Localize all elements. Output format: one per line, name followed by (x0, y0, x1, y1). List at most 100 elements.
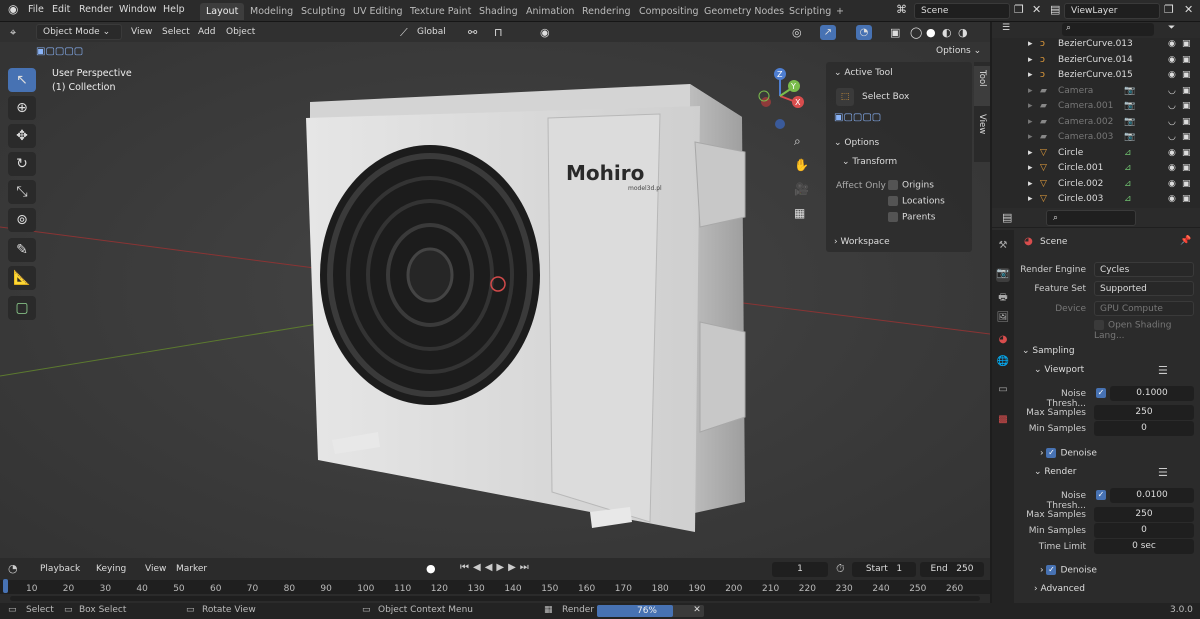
menu-file[interactable]: File (28, 4, 44, 15)
expand-icon[interactable]: ▸ (1028, 148, 1033, 158)
tab-uv-editing[interactable]: UV Editing (347, 3, 409, 20)
cursor-tool[interactable]: ⊕ (8, 96, 36, 120)
expand-icon[interactable]: ▸ (1028, 101, 1033, 111)
expand-icon[interactable]: ▸ (1028, 39, 1033, 49)
timeline-menu-keying[interactable]: Keying (96, 564, 126, 574)
mode-selector[interactable]: Object Mode ⌄ (36, 24, 122, 40)
tab-compositing[interactable]: Compositing (633, 3, 705, 20)
timeline-menu-playback[interactable]: Playback (40, 564, 80, 574)
v-noise-field[interactable]: 0.1000 (1110, 386, 1194, 401)
scene-tab-icon[interactable]: ◕ (996, 334, 1010, 348)
render-tab-icon[interactable]: 📷 (996, 268, 1010, 282)
v-min-field[interactable]: 0 (1094, 421, 1194, 436)
xray-icon[interactable]: ▣ (890, 25, 900, 40)
blender-logo-icon[interactable]: ◉ (8, 2, 18, 16)
overlay-toggle-icon[interactable]: ◔ (856, 25, 872, 40)
measure-tool[interactable]: 📐 (8, 266, 36, 290)
advanced-header[interactable]: › Advanced (1034, 584, 1085, 594)
outliner-row[interactable]: ▸ ▽ Circle.003 ⊿ ◉ ▣ (992, 193, 1200, 209)
cancel-render-button[interactable]: ✕ (690, 605, 704, 617)
camera-view-icon[interactable]: 🎥 (794, 182, 809, 196)
orientation-icon[interactable]: ⟋ (400, 25, 408, 40)
close-scene-icon[interactable]: ✕ (1032, 3, 1041, 16)
expand-icon[interactable]: ▸ (1028, 194, 1033, 204)
pin-icon[interactable]: 📌 (1180, 236, 1191, 246)
eye-icon[interactable]: ◉ (1168, 163, 1176, 173)
menu-render[interactable]: Render (79, 4, 113, 15)
render-camera-icon[interactable]: ▣ (1182, 39, 1191, 49)
origins-checkbox[interactable]: Origins (888, 180, 934, 191)
r-noise-field[interactable]: 0.0100 (1110, 488, 1194, 503)
render-camera-icon[interactable]: ▣ (1182, 55, 1191, 65)
outliner-row[interactable]: ▸ ▽ Circle.001 ⊿ ◉ ▣ (992, 162, 1200, 178)
scene-selector[interactable]: Scene (914, 3, 1010, 19)
outliner-row[interactable]: ▸ ▰ Camera.001 📷 ◡ ▣ (992, 100, 1200, 116)
move-tool[interactable]: ✥ (8, 124, 36, 148)
properties-editor-icon[interactable]: ▤ (1002, 211, 1012, 224)
output-tab-icon[interactable]: 🖶 (996, 290, 1010, 304)
gizmo-toggle-icon[interactable]: ↗ (820, 25, 836, 40)
viewport-menu-add[interactable]: Add (198, 25, 215, 40)
tab-tool[interactable]: Tool (974, 66, 990, 106)
pivot-icon[interactable]: ⚯ (468, 25, 477, 40)
selection-mode-icons[interactable]: ▣▢▢▢▢ (834, 112, 881, 123)
v-max-field[interactable]: 250 (1094, 405, 1194, 420)
copy-scene-icon[interactable]: ❐ (1014, 3, 1024, 16)
tab-shading[interactable]: Shading (473, 3, 524, 20)
tab-layout[interactable]: Layout (200, 3, 245, 20)
navigation-gizmo[interactable]: Z Y X (750, 66, 814, 130)
collection-tab-icon[interactable]: ▭ (996, 384, 1010, 398)
render-camera-icon[interactable]: ▣ (1182, 132, 1191, 142)
3d-viewport[interactable]: Mohiro model3d.pl ⌖ Object Mode ⌄ View S… (0, 22, 990, 558)
eye-icon[interactable]: ◡ (1168, 132, 1176, 142)
transform-header[interactable]: ⌄ Transform (842, 157, 897, 167)
scale-tool[interactable]: ⤡ (8, 180, 36, 204)
playhead[interactable] (3, 579, 8, 593)
current-frame-field[interactable]: 1 (772, 562, 828, 577)
shading-material-icon[interactable]: ◐ (942, 25, 952, 40)
shading-rendered-icon[interactable]: ◑ (958, 25, 968, 40)
device-select[interactable]: GPU Compute (1094, 301, 1194, 316)
render-subsection-header[interactable]: ⌄ Render (1034, 467, 1076, 477)
expand-icon[interactable]: ▸ (1028, 70, 1033, 80)
viewport-menu-object[interactable]: Object (226, 25, 255, 40)
eye-icon[interactable]: ◡ (1168, 86, 1176, 96)
menu-edit[interactable]: Edit (52, 4, 70, 15)
render-camera-icon[interactable]: ▣ (1182, 148, 1191, 158)
timeline-menu-marker[interactable]: Marker (176, 564, 207, 574)
render-camera-icon[interactable]: ▣ (1182, 70, 1191, 80)
world-tab-icon[interactable]: 🌐 (996, 356, 1010, 370)
transform-tool[interactable]: ⊚ (8, 208, 36, 232)
start-frame-field[interactable]: Start 1 (852, 562, 916, 577)
outliner-row[interactable]: ▸ ▰ Camera.002 📷 ◡ ▣ (992, 116, 1200, 132)
timeline-menu-view[interactable]: View (145, 564, 166, 574)
expand-icon[interactable]: ▸ (1028, 179, 1033, 189)
render-camera-icon[interactable]: ▣ (1182, 179, 1191, 189)
eye-icon[interactable]: ◡ (1168, 101, 1176, 111)
render-camera-icon[interactable]: ▣ (1182, 163, 1191, 173)
tab-geometry-nodes[interactable]: Geometry Nodes (698, 3, 790, 20)
outliner-row[interactable]: ▸ ▽ Circle ⊿ ◉ ▣ (992, 147, 1200, 163)
active-tool-header[interactable]: ⌄ Active Tool (834, 68, 893, 78)
texture-tab-icon[interactable]: ▩ (996, 414, 1010, 428)
expand-icon[interactable]: ▸ (1028, 163, 1033, 173)
viewport-subsection-header[interactable]: ⌄ Viewport (1034, 365, 1084, 375)
scene-icon[interactable]: ⌘ (896, 3, 907, 16)
filter-icon[interactable]: ⏷ (1168, 23, 1175, 33)
time-limit-field[interactable]: 0 sec (1094, 539, 1194, 554)
sampling-header[interactable]: ⌄ Sampling (1022, 346, 1075, 356)
options-header[interactable]: ⌄ Options (834, 138, 879, 148)
outliner-row[interactable]: ▸ ↄ BezierCurve.014 ◉ ▣ (992, 54, 1200, 70)
viewport-presets-icon[interactable]: ☰ (1158, 364, 1168, 377)
add-workspace-button[interactable]: + (830, 3, 850, 20)
locations-checkbox[interactable]: Locations (888, 196, 945, 207)
eye-icon[interactable]: ◉ (1168, 179, 1176, 189)
expand-icon[interactable]: ▸ (1028, 117, 1033, 127)
feature-set-select[interactable]: Supported (1094, 281, 1194, 296)
select-box-icon[interactable]: ⬚ (836, 88, 854, 106)
outliner-row[interactable]: ▸ ▽ Circle.002 ⊿ ◉ ▣ (992, 178, 1200, 194)
tab-modeling[interactable]: Modeling (244, 3, 299, 20)
eye-icon[interactable]: ◉ (1168, 39, 1176, 49)
stopwatch-icon[interactable]: ⏱ (836, 562, 845, 576)
outliner-row[interactable]: ▸ ▰ Camera.003 📷 ◡ ▣ (992, 131, 1200, 147)
